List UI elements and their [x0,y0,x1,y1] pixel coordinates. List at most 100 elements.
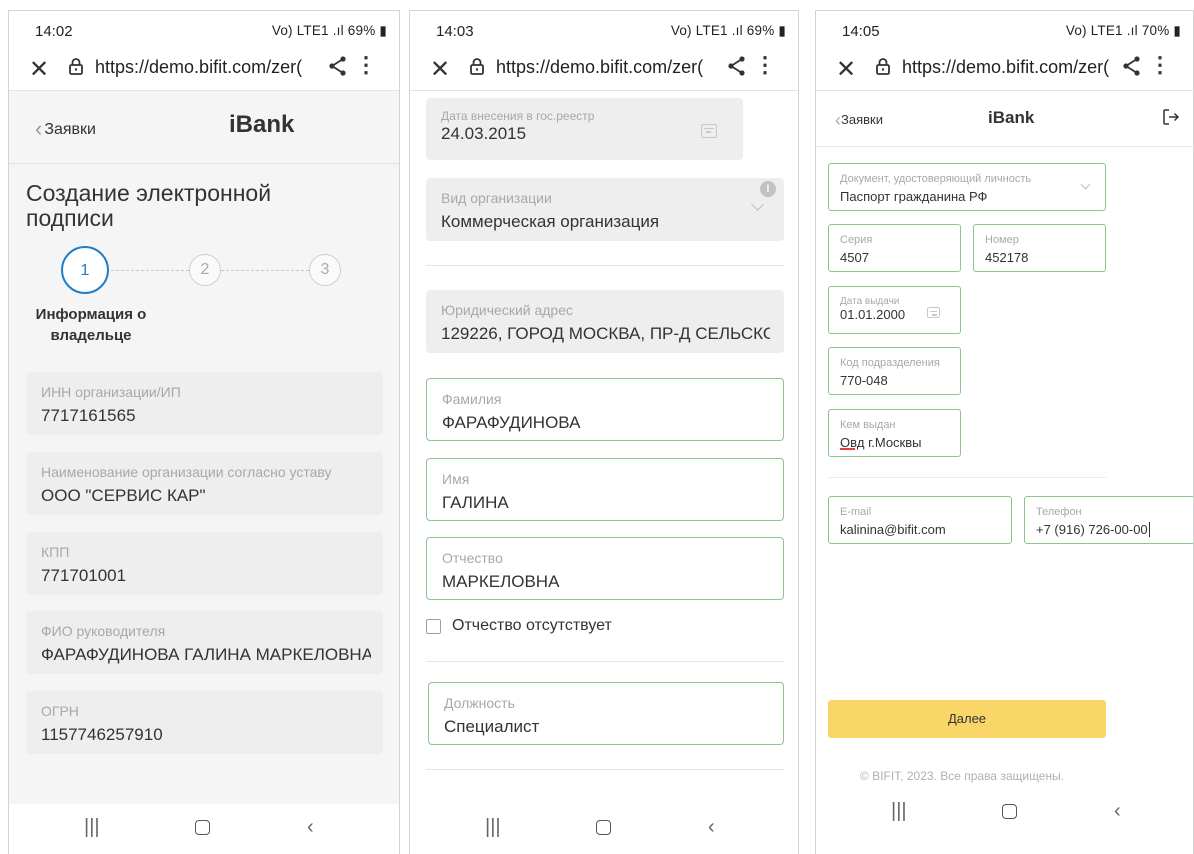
next-button[interactable]: Далее [828,700,1106,738]
app-title: iBank [229,111,295,138]
back-label: Заявки [44,121,96,138]
home-icon[interactable] [596,820,611,835]
browser-url-bar: ✕ https://demo.bifit.com/zer( ⋮ [816,49,1193,91]
url-text[interactable]: https://demo.bifit.com/zer( [496,57,716,78]
legal-address-field[interactable]: Юридический адрес 129226, ГОРОД МОСКВА, … [426,290,784,353]
home-icon[interactable] [195,820,210,835]
patronymic-field[interactable]: Отчество МАРКЕЛОВНА [426,537,784,600]
battery-level: 70% [1141,23,1170,38]
recent-apps-icon[interactable]: ||| [485,816,501,839]
back-nav-icon[interactable]: ‹ [307,816,314,839]
back-nav-icon[interactable]: ‹ [708,816,715,839]
field-value: Коммерческая организация [441,212,660,231]
field-value: 01.01.2000 [840,307,906,322]
battery-icon: ▮ [1173,23,1181,38]
stepper-connector [111,270,189,271]
recent-apps-icon[interactable]: ||| [84,816,100,839]
step-1[interactable]: 1 [61,246,109,294]
status-bar: 14:03 Vo) LTE1 .ıl 69% ▮ [410,11,798,49]
issued-by-field[interactable]: Кем выдан Овд г.Москвы [828,409,961,457]
inn-field[interactable]: ИНН организации/ИП 7717161565 [26,372,383,435]
share-icon[interactable] [1121,54,1143,78]
kpp-field[interactable]: КПП 771701001 [26,532,383,595]
identity-document-select[interactable]: Документ, удостоверяющий личность Паспор… [828,163,1106,211]
department-code-field[interactable]: Код подразделения 770-048 [828,347,961,395]
calendar-icon-wrap[interactable] [927,307,941,319]
step-2[interactable]: 2 [189,254,221,286]
url-text[interactable]: https://demo.bifit.com/zer( [902,57,1122,78]
status-indicators: Vo) LTE1 .ıl 70% ▮ [1066,23,1181,39]
back-nav-icon[interactable]: ‹ [1114,800,1121,823]
passport-series-field[interactable]: Серия 4507 [828,224,961,272]
registration-date-field[interactable]: Дата внесения в гос.реестр 24.03.2015 [426,98,743,160]
field-label: ИНН организации/ИП [41,384,181,400]
back-link[interactable]: ‹Заявки [835,110,883,131]
share-icon[interactable] [726,54,748,78]
android-nav-bar: ||| ‹ [9,804,399,854]
field-value: 4507 [840,250,869,265]
browser-url-bar: ✕ https://demo.bifit.com/zer( ⋮ [9,49,399,91]
status-time: 14:03 [436,23,474,40]
recent-apps-icon[interactable]: ||| [891,800,907,823]
field-value: +7 (916) 726-00-00 [1036,522,1150,537]
calendar-icon[interactable] [701,124,717,138]
org-name-field[interactable]: Наименование организации согласно уставу… [26,452,383,515]
field-value: 129226, ГОРОД МОСКВА, ПР-Д СЕЛЬСКОХС [441,324,770,343]
status-time: 14:05 [842,23,880,40]
field-value: 770-048 [840,373,888,388]
divider [828,477,1106,478]
step-3[interactable]: 3 [309,254,341,286]
phone-screen-1: 14:02 Vo) LTE1 .ıl 69% ▮ ✕ https://demo.… [8,10,400,854]
position-field[interactable]: Должность Специалист [428,682,784,745]
back-label: Заявки [841,112,883,127]
back-link[interactable]: ‹Заявки [35,116,96,142]
field-label: Наименование организации согласно уставу [41,464,332,480]
field-label: Вид организации [441,190,552,206]
field-value: ГАЛИНА [442,493,509,512]
organization-type-select[interactable]: Вид организации Коммерческая организация… [426,178,784,241]
more-menu-icon[interactable]: ⋮ [754,53,776,77]
field-label: Код подразделения [840,357,940,369]
battery-icon: ▮ [379,23,387,38]
status-indicators: Vo) LTE1 .ıl 69% ▮ [272,23,387,39]
wifi-signal-icon: Vo) LTE1 .ıl [271,23,344,38]
field-label: Юридический адрес [441,302,574,318]
issue-date-field[interactable]: Дата выдачи 01.01.2000 [828,286,961,334]
close-icon[interactable]: ✕ [836,55,856,84]
close-icon[interactable]: ✕ [29,55,49,84]
spellcheck-word: Овд [840,435,865,450]
app-header: ‹Заявки iBank [9,91,399,164]
field-value: ООО "СЕРВИС КАР" [41,486,206,505]
step-label-line-1: Информация о [35,306,147,323]
director-name-field[interactable]: ФИО руководителя ФАРАФУДИНОВА ГАЛИНА МАР… [26,611,383,674]
no-patronymic-checkbox[interactable] [426,619,441,634]
app-header: ‹Заявки iBank [816,91,1193,147]
battery-icon: ▮ [778,23,786,38]
more-menu-icon[interactable]: ⋮ [355,53,377,77]
first-name-field[interactable]: Имя ГАЛИНА [426,458,784,521]
chevron-down-icon [751,198,764,211]
passport-number-field[interactable]: Номер 452178 [973,224,1106,272]
page-title-line-2: подписи [26,205,114,231]
email-field[interactable]: E-mail kalinina@bifit.com [828,496,1012,544]
last-name-field[interactable]: Фамилия ФАРАФУДИНОВА [426,378,784,441]
field-label: Серия [840,234,873,246]
home-icon[interactable] [1002,804,1017,819]
info-icon[interactable]: ! [760,181,776,197]
field-label: Имя [442,471,470,487]
step-label: Информация о владельце [27,304,155,346]
ogrn-field[interactable]: ОГРН 1157746257910 [26,691,383,754]
chevron-left-icon: ‹ [35,116,43,141]
close-icon[interactable]: ✕ [430,55,450,84]
logout-icon[interactable] [1161,107,1181,127]
field-value-rest: г.Москвы [864,435,922,450]
no-patronymic-label[interactable]: Отчество отсутствует [452,617,612,635]
phone-field[interactable]: Телефон +7 (916) 726-00-00 [1024,496,1193,544]
field-label: Должность [444,695,515,711]
more-menu-icon[interactable]: ⋮ [1149,53,1171,77]
field-value: 24.03.2015 [441,124,527,143]
share-icon[interactable] [327,54,349,78]
status-indicators: Vo) LTE1 .ıl 69% ▮ [671,23,786,39]
url-text[interactable]: https://demo.bifit.com/zer( [95,57,315,78]
field-value: ФАРАФУДИНОВА [442,413,581,432]
